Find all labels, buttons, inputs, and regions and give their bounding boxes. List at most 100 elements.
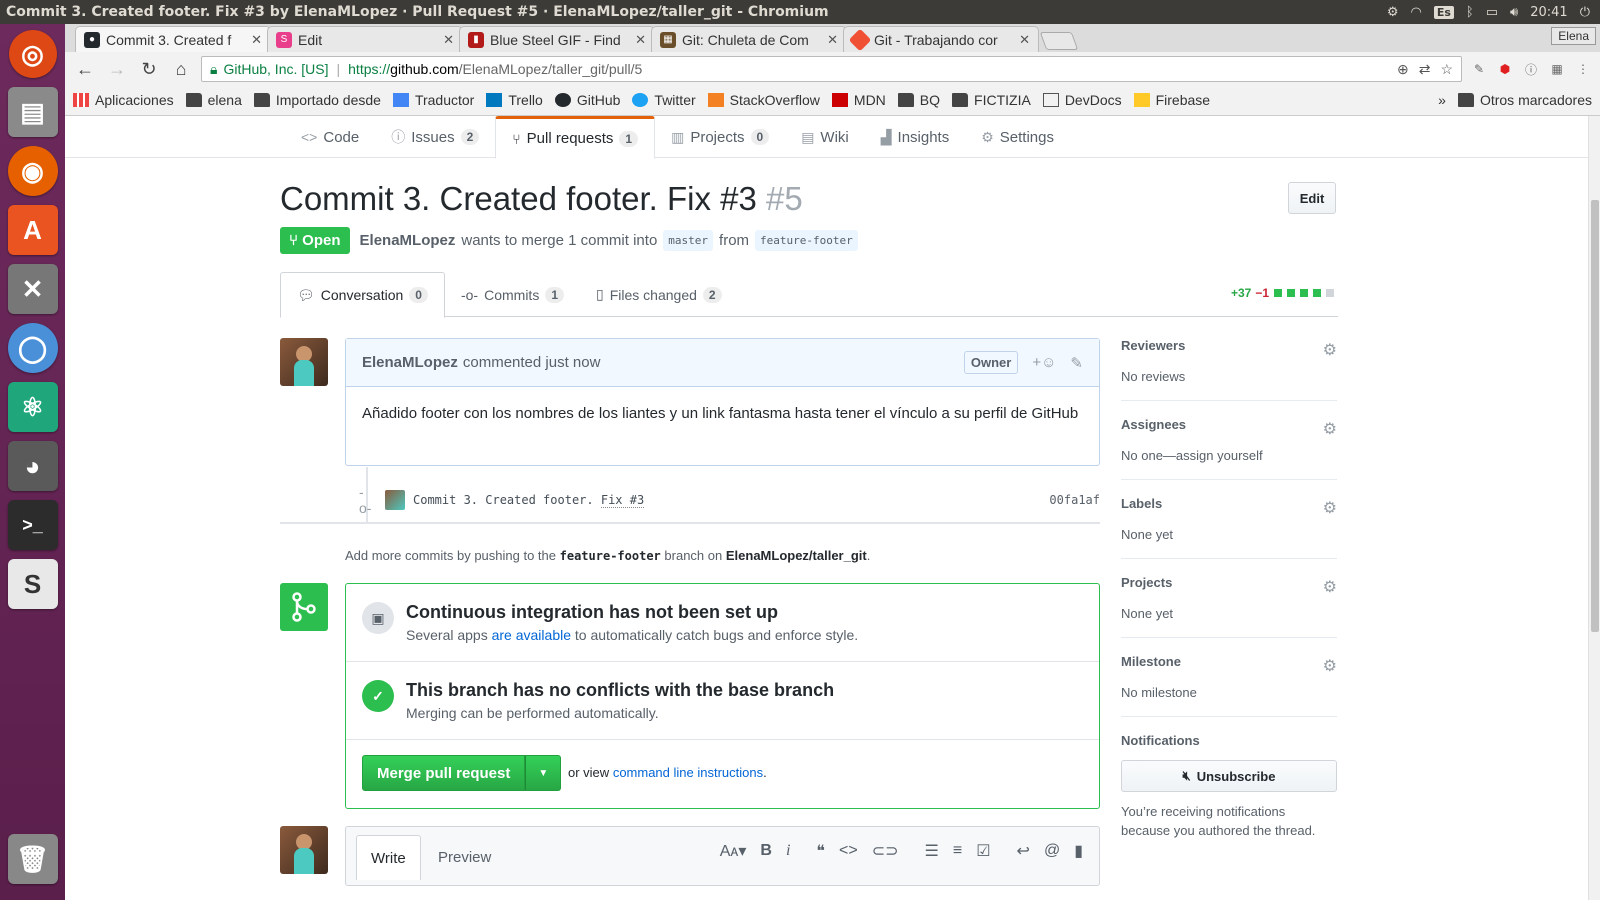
browser-tab-github[interactable]: ● Commit 3. Created f ✕ [75,26,271,52]
add-reaction-icon[interactable]: +☺ [1032,354,1056,371]
translate-icon[interactable]: ⇄ [1419,61,1431,78]
adblock-extension-icon[interactable]: ⬢ [1496,60,1514,78]
bookmark-twitter[interactable]: Twitter [632,92,696,108]
scrollbar-thumb[interactable] [1591,200,1599,632]
repo-tab-insights[interactable]: ▟ Insights [865,116,965,158]
pencil-icon[interactable]: ✎ [1070,354,1083,372]
info-extension-icon[interactable]: ⓘ [1522,60,1540,78]
menu-icon[interactable]: ⋮ [1574,60,1592,78]
forward-icon[interactable]: → [105,59,129,80]
repo-tab-projects[interactable]: ▥ Projects 0 [655,116,785,158]
bookmark-folder-bq[interactable]: BQ [897,92,940,108]
base-branch[interactable]: master [663,230,714,251]
chromium-icon[interactable]: ◯ [7,323,58,373]
bookmark-devdocs[interactable]: DevDocs [1042,92,1122,108]
comment-author-link[interactable]: ElenaMLopez [362,354,458,371]
repo-tab-wiki[interactable]: ▤ Wiki [785,116,865,158]
software-center-icon[interactable]: A [7,205,58,255]
power-icon[interactable]: ⏻ [1580,5,1590,20]
tab-preview[interactable]: Preview [424,835,505,879]
text-size-icon[interactable]: Aᴀ▾ [720,841,747,861]
bookmark-folder-elena[interactable]: elena [185,92,242,108]
close-tab-icon[interactable]: ✕ [251,32,262,48]
bookmark-trello[interactable]: Trello [486,92,543,108]
clock[interactable]: 20:41 [1530,5,1567,20]
commit-author-avatar[interactable] [385,490,405,510]
gear-icon[interactable]: ⚙ [1323,498,1337,518]
bookmark-mdn[interactable]: MDN [831,92,886,108]
battery-icon[interactable]: ▭ [1486,5,1498,20]
bookmark-folder-fictizia[interactable]: FICTIZIA [952,92,1031,108]
numbered-list-icon[interactable]: ≡ [953,842,962,860]
bookmarks-overflow-button[interactable]: » [1438,92,1446,108]
command-line-instructions-link[interactable]: command line instructions [613,765,763,780]
slack-icon[interactable]: S [7,559,58,609]
bookmark-folder-imported[interactable]: Importado desde [253,92,381,108]
gear-icon[interactable]: ⚙ [1323,656,1337,676]
eyedropper-extension-icon[interactable]: ✎ [1470,60,1488,78]
tab-commits[interactable]: -o- Commits 1 [445,272,580,317]
repo-tab-code[interactable]: <> Code [285,116,375,158]
bookmark-other-folder[interactable]: Otros marcadores [1457,92,1592,108]
keyboard-layout-indicator[interactable]: Es [1433,5,1454,19]
commit-sha-link[interactable]: 00fa1af [1049,493,1100,507]
mention-icon[interactable]: @ [1044,842,1060,860]
commit-message-link[interactable]: Commit 3. Created footer. [413,493,594,507]
bookmark-translator[interactable]: Traductor [392,92,474,108]
commit-issue-link[interactable]: Fix #3 [600,493,645,508]
gear-icon[interactable]: ⚙ [1323,340,1337,360]
ci-apps-link[interactable]: are available [492,627,571,643]
gear-icon[interactable]: ⚙ [1323,577,1337,597]
browser-tab-chuleta[interactable]: ▦ Git: Chuleta de Com ✕ [651,26,847,52]
merge-options-dropdown[interactable]: ▼ [525,755,562,791]
terminal-icon[interactable]: >_ [7,500,58,550]
link-icon[interactable]: ⊂⊃ [872,841,899,861]
tab-conversation[interactable]: 💬︎ Conversation 0 [280,272,445,318]
close-tab-icon[interactable]: ✕ [443,32,454,48]
italic-icon[interactable]: i [786,842,790,860]
edit-title-button[interactable]: Edit [1288,182,1336,214]
wifi-icon[interactable]: ◠ [1411,5,1422,20]
avatar[interactable] [280,826,328,874]
grid-extension-icon[interactable]: ▦ [1548,60,1566,78]
files-icon[interactable]: ▤ [7,87,58,137]
back-icon[interactable]: ← [73,59,97,80]
reply-icon[interactable]: ↩ [1017,841,1030,861]
volume-icon[interactable]: 🔊︎ [1510,5,1518,20]
atom-icon[interactable]: ⚛ [7,382,58,432]
gimp-icon[interactable]: ◕ [7,441,58,491]
tab-files-changed[interactable]: ▯ Files changed 2 [580,272,738,317]
bookmark-apps[interactable]: Aplicaciones [73,92,174,108]
gear-icon[interactable]: ⚙ [1323,419,1337,439]
avatar[interactable] [280,338,328,386]
browser-tab-gif[interactable]: ▮ Blue Steel GIF - Find ✕ [459,26,655,52]
bullet-list-icon[interactable]: ☰ [925,841,939,861]
assign-yourself-link[interactable]: No one—assign yourself [1121,448,1337,463]
bluetooth-icon[interactable]: ᛒ [1466,5,1474,20]
tab-write[interactable]: Write [356,835,421,880]
zoom-icon[interactable]: ⊕ [1397,61,1409,78]
close-tab-icon[interactable]: ✕ [1019,32,1030,48]
bold-icon[interactable]: B [760,842,772,860]
ubuntu-logo-icon[interactable]: ◎ [8,30,57,78]
page-scrollbar[interactable] [1588,116,1600,900]
browser-tab-git[interactable]: Git - Trabajando cor ✕ [843,26,1039,52]
bookmark-firebase[interactable]: Firebase [1133,92,1210,108]
merge-pull-request-button[interactable]: Merge pull request [362,755,526,791]
pr-author-link[interactable]: ElenaMLopez [360,232,456,249]
browser-tab-edit[interactable]: S Edit ✕ [267,26,463,52]
repo-tab-pull-requests[interactable]: ⑂ Pull requests 1 [495,116,656,159]
close-tab-icon[interactable]: ✕ [827,32,838,48]
bookmark-github[interactable]: GitHub [554,92,620,108]
repo-tab-issues[interactable]: ⓘ Issues 2 [375,116,495,158]
new-tab-button[interactable] [1039,32,1079,50]
bookmark-star-icon[interactable]: ☆ [1440,61,1453,78]
code-icon[interactable]: <> [839,842,858,860]
system-settings-icon[interactable]: ✕ [7,264,58,314]
home-icon[interactable]: ⌂ [169,59,193,80]
head-branch[interactable]: feature-footer [755,230,858,251]
unsubscribe-button[interactable]: 🔇︎ Unsubscribe [1121,760,1337,792]
close-tab-icon[interactable]: ✕ [635,32,646,48]
reload-icon[interactable]: ↻ [137,59,161,80]
trash-icon[interactable]: 🗑︎ [7,834,58,884]
